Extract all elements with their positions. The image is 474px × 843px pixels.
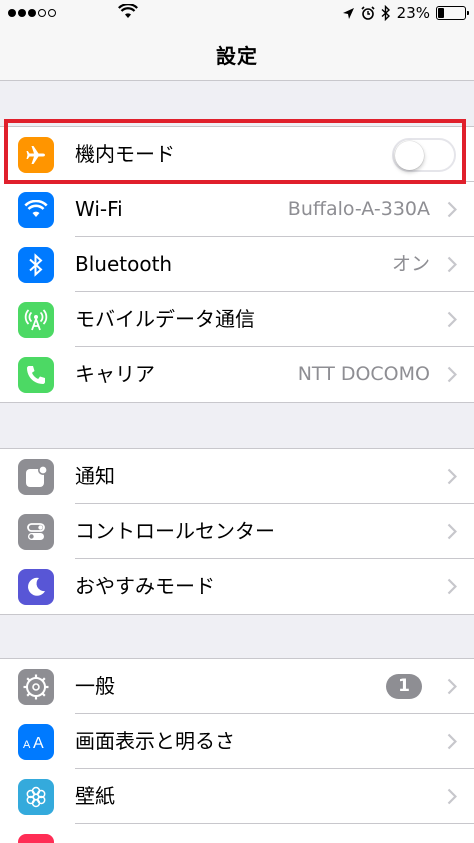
- cellular-antenna-icon: [18, 302, 54, 338]
- row-label: Bluetooth: [75, 252, 173, 276]
- wifi-network-name: Buffalo-A-330A: [287, 198, 430, 220]
- chevron-right-icon: [447, 523, 457, 540]
- settings-row-display-brightness[interactable]: AA 画面表示と明るさ: [0, 714, 474, 769]
- battery-percentage: 23%: [396, 4, 430, 22]
- settings-group-notifications: 通知 コントロールセンター おやすみモード: [0, 448, 474, 615]
- row-label: コントロールセンター: [75, 519, 275, 543]
- chevron-right-icon: [447, 468, 457, 485]
- row-label: 一般: [75, 674, 115, 698]
- chevron-right-icon: [447, 201, 457, 218]
- settings-row-wallpaper[interactable]: 壁紙: [0, 769, 474, 824]
- settings-row-wifi[interactable]: Wi-Fi Buffalo-A-330A: [0, 182, 474, 237]
- settings-row-carrier[interactable]: キャリア NTT DOCOMO: [0, 347, 474, 402]
- chevron-right-icon: [447, 311, 457, 328]
- row-label: 画面表示と明るさ: [75, 729, 235, 753]
- page-title: 設定: [216, 43, 258, 68]
- chevron-right-icon: [447, 578, 457, 595]
- bluetooth-status: オン: [391, 253, 430, 275]
- wifi-icon: [18, 192, 54, 228]
- settings-row-do-not-disturb[interactable]: おやすみモード: [0, 559, 474, 614]
- airplane-mode-toggle[interactable]: [392, 138, 456, 172]
- sounds-icon: [18, 834, 54, 843]
- chevron-right-icon: [447, 733, 457, 750]
- wallpaper-icon: [18, 779, 54, 815]
- chevron-right-icon: [447, 256, 457, 273]
- control-center-icon: [18, 514, 54, 550]
- notifications-icon: [18, 459, 54, 495]
- row-label: おやすみモード: [75, 574, 215, 598]
- signal-strength-icon: [8, 9, 56, 17]
- row-label: 壁紙: [75, 784, 115, 808]
- moon-icon: [18, 569, 54, 605]
- location-arrow-icon: [342, 7, 354, 19]
- row-label: モバイルデータ通信: [75, 307, 255, 331]
- gear-icon: [18, 669, 54, 705]
- alarm-icon: [361, 6, 375, 20]
- status-bar: 23%: [0, 0, 474, 28]
- battery-icon: [436, 6, 469, 20]
- settings-row-mobile-data[interactable]: モバイルデータ通信: [0, 292, 474, 347]
- navigation-bar: 設定: [0, 28, 474, 81]
- settings-row-control-center[interactable]: コントロールセンター: [0, 504, 474, 559]
- wifi-status-icon: [118, 4, 138, 18]
- settings-row-airplane-mode: 機内モード: [0, 127, 474, 182]
- bluetooth-status-icon: [381, 5, 390, 21]
- carrier-name: NTT DOCOMO: [297, 363, 430, 385]
- row-label: キャリア: [75, 362, 155, 386]
- settings-row-notifications[interactable]: 通知: [0, 449, 474, 504]
- settings-row-sounds[interactable]: [0, 824, 474, 843]
- settings-group-connectivity: 機内モード Wi-Fi Buffalo-A-330A Bluetooth オン …: [0, 126, 474, 403]
- chevron-right-icon: [447, 366, 457, 383]
- row-label: 機内モード: [75, 142, 175, 166]
- chevron-right-icon: [447, 678, 457, 695]
- svg-text:A: A: [33, 735, 44, 752]
- bluetooth-icon: [18, 247, 54, 283]
- chevron-right-icon: [447, 788, 457, 805]
- settings-row-general[interactable]: 一般 1: [0, 659, 474, 714]
- display-brightness-icon: AA: [18, 724, 54, 760]
- settings-row-bluetooth[interactable]: Bluetooth オン: [0, 237, 474, 292]
- row-label: 通知: [75, 464, 115, 488]
- settings-group-general: 一般 1 AA 画面表示と明るさ 壁紙: [0, 658, 474, 843]
- airplane-icon: [18, 137, 54, 173]
- svg-text:A: A: [23, 739, 31, 751]
- row-label: Wi-Fi: [75, 197, 123, 221]
- phone-icon: [18, 357, 54, 393]
- update-badge: 1: [386, 674, 422, 699]
